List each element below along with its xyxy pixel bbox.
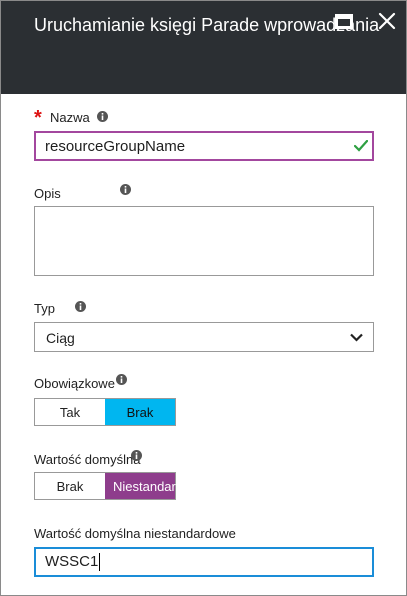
- required-toggle: Tak Brak: [34, 398, 176, 426]
- info-icon[interactable]: [131, 450, 142, 461]
- chevron-down-icon: [350, 333, 363, 342]
- close-icon[interactable]: [377, 11, 397, 31]
- type-dropdown-value: Ciąg: [46, 330, 75, 346]
- default-value-label: Wartość domyślna: [34, 452, 141, 467]
- info-icon[interactable]: [116, 374, 127, 385]
- parameter-blade: Uruchamianie księgi Parade wprowadzania …: [0, 0, 407, 596]
- custom-default-input[interactable]: WSSC1: [34, 547, 374, 577]
- blade-header: Uruchamianie księgi Parade wprowadzania: [1, 1, 406, 94]
- name-label: Nazwa: [50, 110, 90, 125]
- description-textarea[interactable]: [34, 206, 374, 276]
- info-icon[interactable]: [120, 184, 131, 195]
- default-option-none[interactable]: Brak: [35, 473, 105, 499]
- description-label: Opis: [34, 186, 61, 201]
- default-value-toggle: Brak Niestandardowe: [34, 472, 207, 500]
- required-star: *: [34, 107, 42, 129]
- minimize-icon[interactable]: [334, 13, 354, 31]
- required-option-no[interactable]: Brak: [105, 399, 175, 425]
- required-option-yes[interactable]: Tak: [35, 399, 105, 425]
- required-toggle-label: Obowiązkowe: [34, 376, 115, 391]
- custom-default-label: Wartość domyślna niestandardowe: [34, 526, 236, 541]
- check-icon: [354, 140, 368, 152]
- custom-default-value: WSSC1: [45, 553, 99, 570]
- type-dropdown[interactable]: Ciąg: [34, 322, 374, 352]
- blade-title: Uruchamianie księgi Parade wprowadzania: [34, 15, 380, 35]
- text-cursor: [99, 553, 101, 572]
- info-icon[interactable]: [97, 111, 108, 122]
- info-icon[interactable]: [75, 301, 86, 312]
- name-input[interactable]: [34, 131, 374, 161]
- type-label: Typ: [34, 301, 55, 316]
- default-option-custom[interactable]: Niestandardowe: [105, 473, 207, 499]
